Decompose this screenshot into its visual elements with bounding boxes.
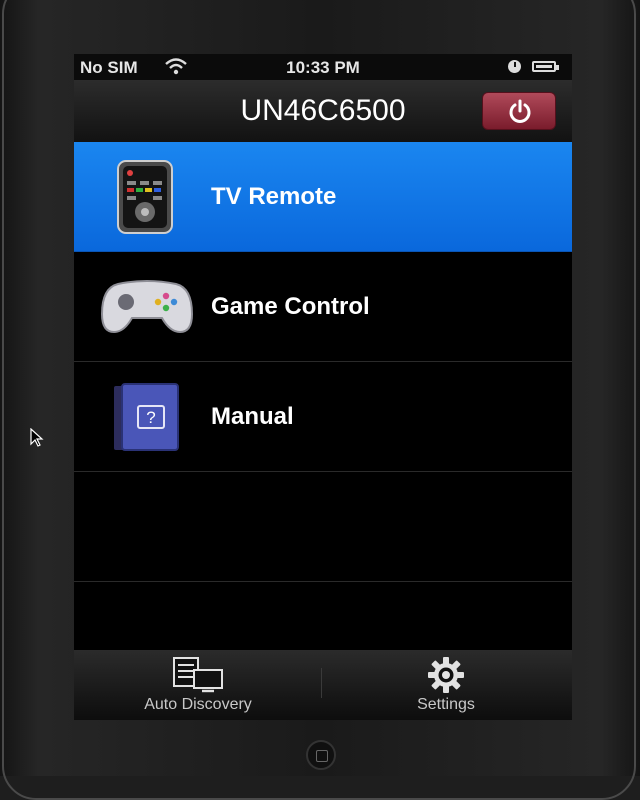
app-screen: No SIM 10:33 PM UN46C6500 TV Remote Game… xyxy=(74,54,572,720)
home-button[interactable] xyxy=(306,740,336,770)
clock-icon xyxy=(508,60,521,73)
battery-icon xyxy=(532,61,559,72)
gear-icon xyxy=(428,657,464,693)
svg-text:?: ? xyxy=(146,408,155,427)
tab-label: Settings xyxy=(417,696,475,713)
main-menu: TV Remote Game Control ? Manual xyxy=(74,142,572,582)
tab-bar: Auto Discovery Settings xyxy=(74,650,572,720)
tv-remote-icon xyxy=(117,160,173,234)
menu-item-game-control[interactable]: Game Control xyxy=(74,252,572,362)
tab-settings[interactable]: Settings xyxy=(394,650,498,720)
menu-item-tv-remote[interactable]: TV Remote xyxy=(74,142,572,252)
power-button[interactable] xyxy=(482,92,556,130)
tab-divider xyxy=(321,668,322,698)
menu-item-label: Game Control xyxy=(211,293,370,320)
status-bar: No SIM 10:33 PM xyxy=(74,54,572,80)
auto-discovery-icon xyxy=(173,657,223,693)
menu-item-manual[interactable]: ? Manual xyxy=(74,362,572,472)
navigation-bar: UN46C6500 xyxy=(74,80,572,142)
menu-item-label: Manual xyxy=(211,403,294,430)
mouse-cursor-icon xyxy=(30,428,44,447)
gamepad-icon xyxy=(100,280,194,334)
manual-book-icon: ? xyxy=(114,383,179,451)
tab-label: Auto Discovery xyxy=(144,696,252,713)
menu-empty-row xyxy=(74,472,572,582)
menu-item-label: TV Remote xyxy=(211,183,337,210)
tab-auto-discovery[interactable]: Auto Discovery xyxy=(134,650,262,720)
power-icon xyxy=(509,99,531,123)
status-time: 10:33 PM xyxy=(286,58,360,77)
